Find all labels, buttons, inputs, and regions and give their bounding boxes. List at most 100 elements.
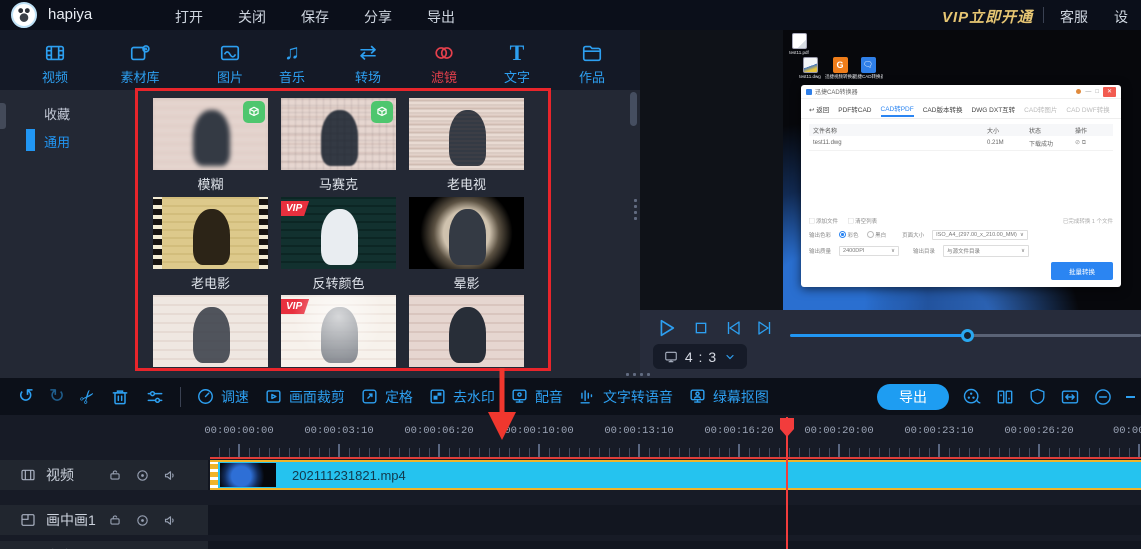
dubbing-button[interactable]: 配音	[510, 387, 563, 407]
undo-icon[interactable]: ↺	[18, 386, 34, 408]
next-frame-button[interactable]	[756, 319, 774, 337]
tab-back[interactable]: ↩ 返回	[809, 104, 829, 114]
panel-scrollbar[interactable]	[630, 92, 637, 126]
speed-button[interactable]: 调速	[196, 387, 249, 407]
window-list-actions: ▢ 添加文件 ▢ 清空列表 已完成转换 1 个文件	[809, 217, 1113, 225]
filter-card-glow[interactable]: VIP 发光	[281, 295, 396, 371]
media-library-icon	[129, 42, 151, 64]
seek-slider-handle[interactable]	[961, 329, 974, 342]
stop-button[interactable]	[693, 320, 709, 336]
output-dir-select[interactable]: 与源文件目录 ∨	[943, 245, 1029, 257]
file-table-row[interactable]: test11.dwg 0.21M 下载成功 ⊘ ⧉	[809, 136, 1113, 151]
clip-thumbnail	[220, 463, 276, 487]
music-icon: ♫	[284, 42, 300, 64]
customer-service-link[interactable]: 客服	[1060, 7, 1088, 27]
tab-transition[interactable]: ⇄ 转场	[333, 38, 403, 86]
clear-list-button[interactable]: ▢ 清空列表	[848, 217, 877, 225]
trash-icon[interactable]	[110, 387, 130, 407]
tab-text[interactable]: T 文字	[482, 38, 552, 86]
speaker-icon[interactable]	[163, 513, 178, 528]
text-to-speech-button[interactable]: 文字转语音	[578, 387, 673, 407]
speed-gauge-icon	[196, 387, 215, 406]
vip-upgrade-link[interactable]: VIP立即开通	[942, 6, 1033, 27]
tab-dwg-dxt[interactable]: DWG DXT互转	[971, 104, 1015, 114]
export-button[interactable]: 导出	[877, 384, 949, 410]
batch-convert-button[interactable]: 批量转换	[1051, 262, 1113, 280]
window-app-icon	[806, 89, 812, 95]
lock-icon[interactable]	[108, 513, 122, 528]
seek-slider-track[interactable]	[967, 334, 1141, 337]
video-preview-frame[interactable]: test11.pdf test11.dwg G 迅捷视频转换器 🗨 迅捷CAD转…	[783, 30, 1141, 310]
panel-resize-handle[interactable]	[634, 196, 638, 223]
freeze-frame-icon	[360, 387, 379, 406]
menu-open[interactable]: 打开	[175, 7, 203, 27]
close-button[interactable]: ✕	[1103, 87, 1116, 97]
app-name: hapiya	[48, 6, 92, 23]
clip-trim-handle[interactable]	[210, 462, 218, 488]
play-button[interactable]	[655, 317, 677, 339]
remove-watermark-button[interactable]: 去水印	[428, 387, 495, 407]
freeze-frame-button[interactable]: 定格	[360, 387, 413, 407]
fit-width-icon[interactable]	[1060, 387, 1080, 407]
filter-card-projector[interactable]: 放映机	[153, 295, 268, 371]
split-panels-icon[interactable]	[995, 387, 1015, 407]
timeline-clip[interactable]: 202111231821.mp4	[210, 460, 1141, 490]
download-cube-badge-icon	[371, 101, 393, 123]
scissors-icon[interactable]: ✂	[74, 384, 101, 410]
minimize-button[interactable]: —	[1085, 89, 1091, 95]
film-reel-icon[interactable]	[962, 387, 982, 407]
radio-color[interactable]: 彩色	[839, 231, 859, 239]
filter-card-vignette[interactable]: 晕影	[409, 197, 524, 292]
text-lane[interactable]	[208, 541, 1141, 549]
active-item-indicator	[26, 129, 35, 151]
menu-export[interactable]: 导出	[427, 7, 455, 27]
redo-icon[interactable]: ↻	[49, 386, 65, 408]
lock-icon[interactable]	[108, 468, 122, 483]
quality-select[interactable]: 2400DPI ∨	[839, 246, 899, 256]
player-bar: 4 : 3	[640, 310, 1141, 378]
vertical-resize-handle[interactable]	[626, 373, 650, 376]
tab-image[interactable]: 图片	[195, 38, 265, 86]
filter-card-sharpen[interactable]: 锐化	[409, 295, 524, 371]
shield-icon[interactable]	[1028, 387, 1047, 406]
track-target-icon[interactable]	[135, 468, 150, 483]
tab-cad-to-image[interactable]: CAD转图片	[1024, 104, 1057, 114]
sidebar-item-favorites[interactable]: 收藏	[44, 104, 70, 123]
aspect-ratio-dropdown[interactable]: 4 : 3	[653, 344, 747, 369]
zoom-slider-track[interactable]	[1126, 396, 1135, 398]
adjust-sliders-icon[interactable]	[145, 387, 165, 407]
filter-card-blur[interactable]: 模糊	[153, 98, 268, 193]
menu-share[interactable]: 分享	[364, 7, 392, 27]
menu-close[interactable]: 关闭	[238, 7, 266, 27]
zoom-out-icon[interactable]	[1093, 387, 1113, 407]
prev-frame-button[interactable]	[724, 319, 742, 337]
tab-pdf-to-cad[interactable]: PDF转CAD	[838, 104, 871, 114]
collapsed-panel-edge[interactable]	[0, 103, 6, 129]
filter-card-old-tv[interactable]: 老电视	[409, 98, 524, 193]
green-screen-button[interactable]: 绿幕抠图	[688, 387, 769, 407]
ruler-tick: 00:00:	[1113, 425, 1141, 437]
tab-works[interactable]: 作品	[557, 38, 627, 86]
track-target-icon[interactable]	[135, 513, 150, 528]
tab-video[interactable]: 视频	[20, 38, 90, 86]
filter-card-invert-color[interactable]: VIP 反转颜色	[281, 197, 396, 292]
filter-card-mosaic[interactable]: 马赛克	[281, 98, 396, 193]
add-file-button[interactable]: ▢ 添加文件	[809, 217, 838, 225]
tab-filter[interactable]: 滤镜	[409, 38, 479, 86]
crop-button[interactable]: 画面裁剪	[264, 387, 345, 407]
tab-cad-to-pdf[interactable]: CAD转PDF	[881, 100, 914, 117]
page-size-select[interactable]: ISO_A4_(297.00_x_210.00_MM) ∨	[932, 230, 1028, 240]
sidebar-item-general[interactable]: 通用	[44, 132, 70, 151]
tab-music[interactable]: ♫ 音乐	[257, 38, 327, 86]
pip-lane[interactable]	[208, 505, 1141, 535]
radio-bw[interactable]: 黑白	[867, 231, 887, 239]
tab-cad-dwf[interactable]: CAD DWF转换	[1066, 104, 1109, 114]
tab-cad-version[interactable]: CAD版本转换	[923, 104, 963, 114]
menu-save[interactable]: 保存	[301, 7, 329, 27]
ruler-major-ticks	[238, 444, 1141, 457]
playhead-marker[interactable]	[779, 417, 795, 439]
filter-card-old-film[interactable]: 老电影	[153, 197, 268, 292]
maximize-button[interactable]: □	[1095, 89, 1099, 95]
tab-media-library[interactable]: 素材库	[105, 38, 175, 86]
speaker-icon[interactable]	[163, 468, 178, 483]
